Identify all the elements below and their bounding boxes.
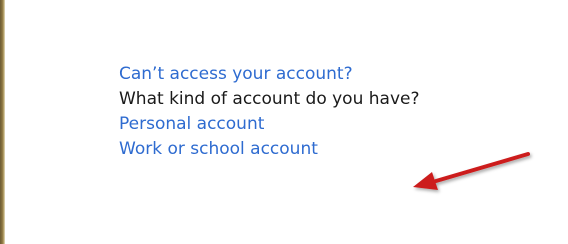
account-type-question: What kind of account do you have? xyxy=(119,89,420,109)
window-edge xyxy=(0,0,5,244)
cant-access-account-link[interactable]: Can’t access your account? xyxy=(119,62,559,87)
personal-account-link[interactable]: Personal account xyxy=(119,112,559,137)
work-or-school-account-link[interactable]: Work or school account xyxy=(119,137,559,162)
account-help-links: Can’t access your account? What kind of … xyxy=(119,62,559,162)
